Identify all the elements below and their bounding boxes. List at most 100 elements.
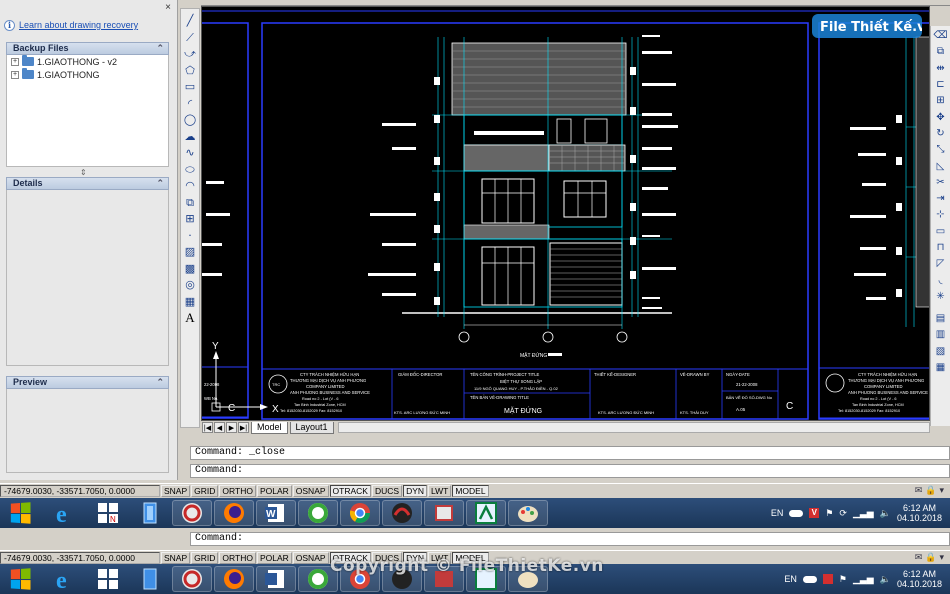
make-block-icon[interactable]: ⊞ — [182, 211, 198, 227]
ellipse-arc-icon[interactable]: ◠ — [182, 178, 198, 194]
word-icon[interactable] — [256, 566, 296, 592]
toolbar-settings-icon[interactable]: ▾ — [939, 485, 944, 496]
toggle-icon[interactable] — [802, 575, 817, 583]
copy-icon[interactable]: ⧉ — [933, 44, 949, 59]
horizontal-scrollbar[interactable] — [337, 422, 930, 433]
break-point-icon[interactable]: ⊹ — [933, 207, 949, 222]
hatch-icon[interactable]: ▨ — [182, 244, 198, 260]
vietkey-icon[interactable]: V — [809, 508, 820, 518]
draworder-icon[interactable]: ▤ — [933, 311, 949, 326]
language-indicator[interactable]: EN — [771, 508, 784, 518]
collapse-icon[interactable]: ⌃ — [156, 377, 164, 388]
region-icon[interactable]: ◎ — [182, 277, 198, 293]
trim-icon[interactable]: ✂ — [933, 175, 949, 190]
close-icon[interactable]: × — [165, 2, 171, 13]
comm-center-icon[interactable]: ✉ — [915, 552, 923, 563]
command-input[interactable]: Command: — [190, 464, 950, 478]
polar-toggle[interactable]: POLAR — [256, 551, 292, 564]
break-icon[interactable]: ▭ — [933, 224, 949, 239]
mirror-icon[interactable]: ⇹ — [933, 61, 949, 76]
adobe-app-icon[interactable] — [172, 566, 212, 592]
next-tab-button[interactable]: ▶ — [226, 422, 237, 433]
splitter-grip-icon[interactable]: ⇕ — [80, 168, 87, 177]
tree-item-backup[interactable]: + 1.GIAOTHONG — [7, 68, 168, 81]
spline-icon[interactable]: ∿ — [182, 145, 198, 161]
grid-toggle[interactable]: GRID — [191, 551, 219, 564]
backup-files-header[interactable]: Backup Files ⌃ — [6, 42, 169, 55]
collapse-icon[interactable]: ⌃ — [156, 43, 164, 54]
toolbar-settings-icon[interactable]: ▾ — [939, 552, 944, 563]
rotate-icon[interactable]: ↻ — [933, 126, 949, 141]
file-explorer-icon[interactable] — [130, 500, 170, 526]
preview-header[interactable]: Preview ⌃ — [6, 376, 169, 389]
snap-toggle[interactable]: SNAP — [161, 484, 191, 497]
unikey-icon[interactable]: N — [88, 500, 128, 526]
polygon-icon[interactable]: ⬠ — [182, 63, 198, 79]
multiline-text-icon[interactable]: A — [182, 310, 198, 326]
volume-icon[interactable]: 🔈 — [880, 508, 891, 519]
chrome-icon[interactable] — [340, 500, 380, 526]
join-icon[interactable]: ⊓ — [933, 240, 949, 255]
expand-icon[interactable]: + — [11, 57, 19, 66]
gradient-icon[interactable]: ▩ — [182, 261, 198, 277]
network-icon[interactable]: ▁▃▅ — [853, 508, 874, 519]
circle-icon[interactable]: ◯ — [182, 112, 198, 128]
coordinate-readout[interactable]: -74679.0030, -33571.7050, 0.0000 — [0, 551, 160, 564]
action-center-icon[interactable]: ⚑ — [825, 508, 833, 519]
recovery-help-link[interactable]: Learn about drawing recovery — [19, 20, 138, 30]
line-icon[interactable]: ╱ — [182, 13, 198, 29]
firefox-icon[interactable] — [214, 500, 254, 526]
details-header[interactable]: Details ⌃ — [6, 177, 169, 190]
stretch-icon[interactable]: ◺ — [933, 158, 949, 173]
lock-icon[interactable]: 🔒 — [925, 552, 936, 563]
construction-line-icon[interactable]: ⟋ — [182, 30, 198, 46]
revision-cloud-icon[interactable]: ☁ — [182, 129, 198, 145]
word-icon[interactable]: W — [256, 500, 296, 526]
grid-toggle[interactable]: GRID — [191, 484, 219, 497]
collapse-icon[interactable]: ⌃ — [156, 178, 164, 189]
internet-explorer-icon[interactable]: e — [46, 566, 86, 592]
expand-icon[interactable]: + — [11, 70, 19, 79]
tab-model[interactable]: Model — [251, 421, 288, 434]
otrack-toggle[interactable]: OTRACK — [329, 484, 371, 497]
arc-icon[interactable]: ◜ — [182, 96, 198, 112]
file-explorer-icon[interactable] — [130, 566, 170, 592]
ortho-toggle[interactable]: ORTHO — [219, 551, 256, 564]
chamfer-icon[interactable]: ◸ — [933, 256, 949, 271]
bring-front-icon[interactable]: ▥ — [933, 327, 949, 342]
tree-item-backup-v2[interactable]: + 1.GIAOTHONG - v2 — [7, 55, 168, 68]
autocad-icon[interactable] — [466, 500, 506, 526]
osnap-toggle[interactable]: OSNAP — [292, 484, 329, 497]
snap-toggle[interactable]: SNAP — [161, 551, 191, 564]
action-center-icon[interactable]: ⚑ — [839, 574, 847, 585]
lwt-toggle[interactable]: LWT — [428, 484, 452, 497]
dyn-toggle[interactable]: DYN — [403, 484, 428, 497]
start-button[interactable] — [4, 565, 36, 593]
ellipse-icon[interactable]: ⬭ — [182, 162, 198, 178]
polar-toggle[interactable]: POLAR — [256, 484, 292, 497]
last-tab-button[interactable]: ▶| — [238, 422, 249, 433]
erase-icon[interactable]: ⌫ — [933, 28, 949, 43]
array-icon[interactable]: ⊞ — [933, 93, 949, 108]
move-icon[interactable]: ✥ — [933, 109, 949, 124]
point-icon[interactable]: · — [182, 228, 198, 244]
offset-icon[interactable]: ⊏ — [933, 77, 949, 92]
ortho-toggle[interactable]: ORTHO — [219, 484, 256, 497]
lock-icon[interactable]: 🔒 — [925, 485, 936, 496]
language-indicator[interactable]: EN — [784, 574, 797, 584]
vietkey-icon[interactable] — [822, 574, 833, 584]
volume-icon[interactable]: 🔈 — [880, 574, 891, 585]
insert-block-icon[interactable]: ⧉ — [182, 195, 198, 211]
layer-icon[interactable]: ▦ — [933, 360, 949, 375]
tab-layout1[interactable]: Layout1 — [289, 421, 334, 434]
unikey-icon[interactable] — [88, 566, 128, 592]
send-back-icon[interactable]: ▧ — [933, 344, 949, 359]
osnap-toggle[interactable]: OSNAP — [292, 551, 329, 564]
coordinate-readout[interactable]: -74679.0030, -33571.7050, 0.0000 — [0, 484, 160, 497]
first-tab-button[interactable]: |◀ — [202, 422, 213, 433]
clock[interactable]: 6:12 AM 04.10.2018 — [897, 503, 942, 523]
explode-icon[interactable]: ✳ — [933, 289, 949, 304]
network-icon[interactable]: ▁▃▅ — [853, 574, 874, 585]
ducs-toggle[interactable]: DUCS — [371, 484, 403, 497]
red-app-icon[interactable] — [382, 500, 422, 526]
